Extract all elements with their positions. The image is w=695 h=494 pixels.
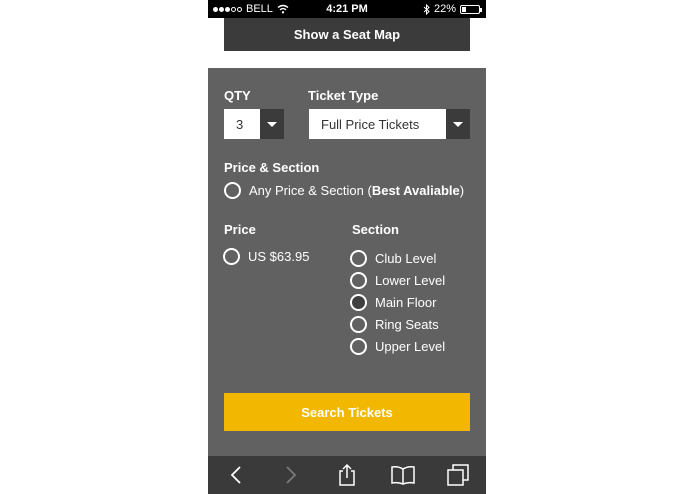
any-price-section-option[interactable]: Any Price & Section (Best Avaliable) [224, 182, 464, 199]
qty-dropdown-icon[interactable] [260, 109, 284, 139]
qty-select[interactable]: 3 [224, 109, 284, 139]
bluetooth-icon [423, 3, 430, 15]
show-seat-map-button[interactable]: Show a Seat Map [224, 18, 470, 51]
search-tickets-button[interactable]: Search Tickets [224, 393, 470, 431]
section-radio[interactable] [350, 316, 367, 333]
forward-icon[interactable] [277, 461, 305, 489]
status-bar: BELL 4:21 PM 22% [208, 0, 486, 18]
battery-fill [462, 6, 466, 12]
section-radio[interactable] [350, 272, 367, 289]
browser-toolbar [208, 456, 486, 494]
price-label: Price [224, 222, 256, 237]
section-option-label: Lower Level [375, 273, 446, 288]
status-right: 22% [423, 3, 482, 15]
qty-label: QTY [224, 88, 251, 103]
ticket-type-label: Ticket Type [308, 88, 379, 103]
qty-value: 3 [236, 116, 244, 132]
price-option-label: US $63.95 [248, 249, 310, 264]
section-option-label: Upper Level [375, 339, 446, 354]
section-option-lower-level[interactable]: Lower Level [350, 272, 445, 289]
section-option-ring-seats[interactable]: Ring Seats [350, 316, 439, 333]
ticket-options-panel: QTY 3 Ticket Type Full Price Tickets Pri… [208, 68, 486, 456]
section-label: Section [352, 222, 399, 237]
tabs-icon[interactable] [444, 461, 472, 489]
ticket-type-dropdown-icon[interactable] [446, 109, 470, 139]
price-option[interactable]: US $63.95 [223, 248, 309, 265]
bookmarks-icon[interactable] [389, 461, 417, 489]
ticket-type-value: Full Price Tickets [321, 116, 420, 132]
battery-percent: 22% [433, 3, 456, 15]
share-icon[interactable] [333, 461, 361, 489]
section-radio[interactable] [350, 294, 367, 311]
section-option-club-level[interactable]: Club Level [350, 250, 436, 267]
section-option-label: Club Level [375, 251, 437, 266]
ticket-type-select[interactable]: Full Price Tickets [309, 109, 470, 139]
any-option-text: Any Price & Section (Best Avaliable) [249, 183, 465, 198]
section-option-main-floor[interactable]: Main Floor [350, 294, 436, 311]
section-option-label: Ring Seats [375, 317, 439, 332]
section-option-upper-level[interactable]: Upper Level [350, 338, 445, 355]
any-price-section-radio[interactable] [224, 182, 241, 199]
back-icon[interactable] [222, 461, 250, 489]
battery-icon [460, 4, 482, 14]
price-section-label: Price & Section [224, 160, 320, 175]
section-radio[interactable] [350, 338, 367, 355]
section-radio[interactable] [350, 250, 367, 267]
phone-screen: BELL 4:21 PM 22% Show a Seat Map QTY 3 T… [208, 0, 486, 494]
section-option-label: Main Floor [375, 295, 437, 310]
price-option-radio[interactable] [223, 248, 240, 265]
